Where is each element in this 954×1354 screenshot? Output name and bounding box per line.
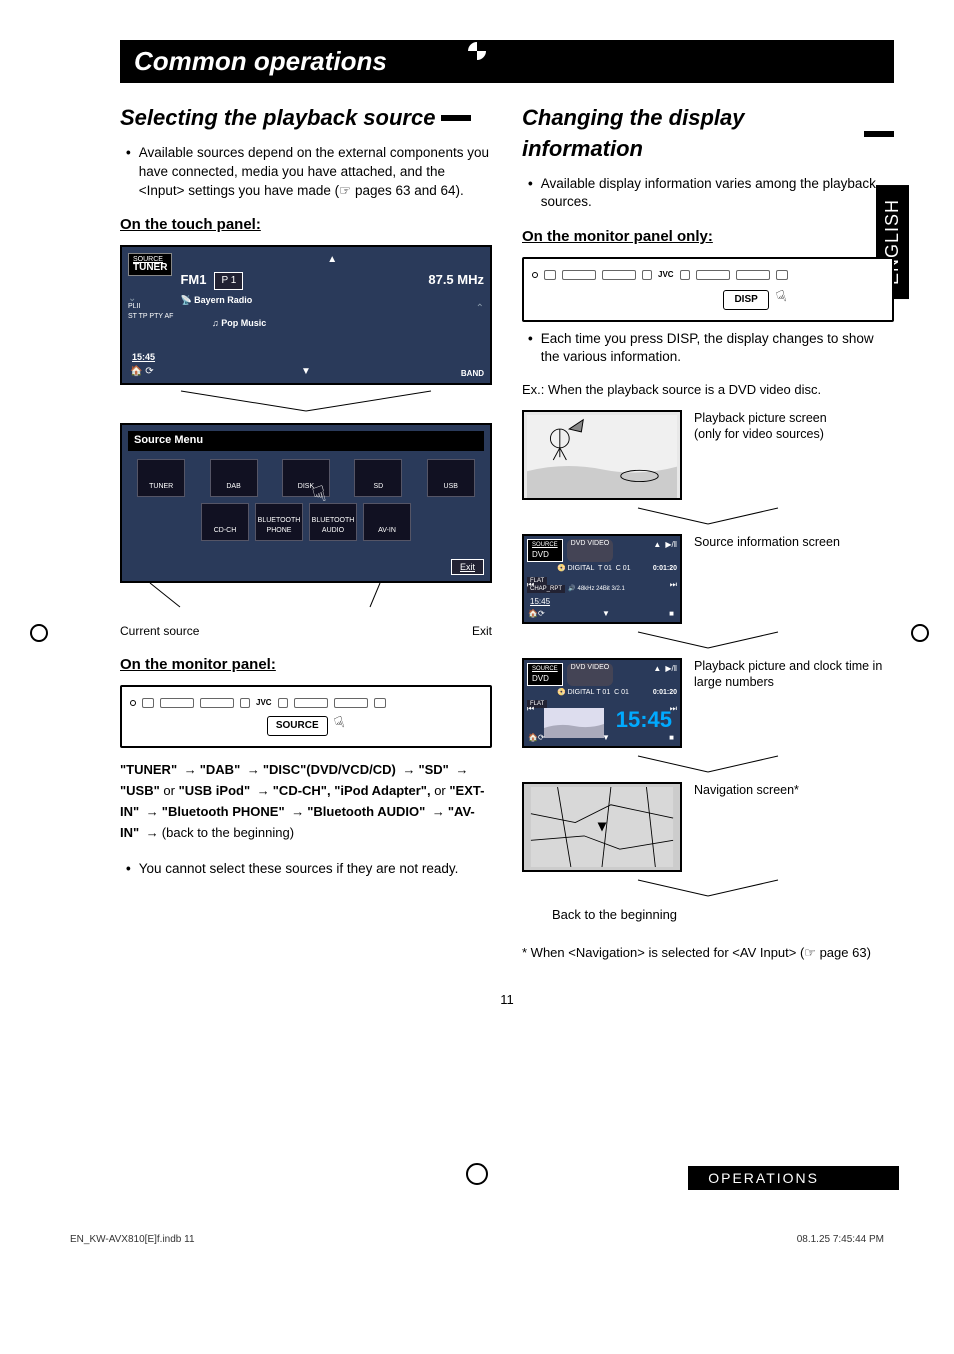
callout-arrows — [120, 583, 492, 617]
tuner-screenshot: SOURCE TUNER ▲ FM1 P 1 87.5 MHz 📡 Bayern… — [120, 245, 492, 385]
source-item[interactable]: TUNER — [137, 459, 185, 497]
source-item[interactable]: SD — [354, 459, 402, 497]
callout-exit: Exit — [472, 623, 492, 640]
back-to-beginning: Back to the beginning — [552, 906, 894, 924]
screen-desc-2: Source information screen — [694, 534, 840, 550]
playback-picture-thumb — [522, 410, 682, 500]
heading-change-display: Changing the display information — [522, 103, 894, 165]
navigation-thumb — [522, 782, 682, 872]
source-item[interactable]: BLUETOOTH PHONE — [255, 503, 303, 541]
page-number: 11 — [120, 992, 894, 1007]
monitor-panel-heading-left: On the monitor panel: — [120, 654, 492, 675]
screen-desc-4: Navigation screen* — [694, 782, 799, 798]
left-column: Selecting the playback source Available … — [120, 103, 492, 962]
right-column: Changing the display information Availab… — [522, 103, 894, 962]
source-item[interactable]: USB — [427, 459, 475, 497]
monitor-panel-diagram-right: JVC DISP ☟ — [522, 257, 894, 321]
page-title: Common operations — [120, 40, 894, 83]
monitor-panel-heading-right: On the monitor panel only: — [522, 226, 894, 247]
source-item[interactable]: DAB — [210, 459, 258, 497]
intro-bullet-right: Available display information varies amo… — [528, 175, 894, 213]
touch-panel-heading: On the touch panel: — [120, 214, 492, 235]
source-item[interactable]: CD-CH — [201, 503, 249, 541]
source-item[interactable]: AV-IN — [363, 503, 411, 541]
monitor-panel-diagram-left: JVC SOURCE ☟ — [120, 685, 492, 748]
source-cycle-sequence: "TUNER" →"DAB" →"DISC"(DVD/VCD/CD) →"SD"… — [120, 760, 492, 843]
example-label: Ex.: When the playback source is a DVD v… — [522, 381, 894, 399]
disp-note: Each time you press DISP, the display ch… — [528, 330, 894, 368]
print-footer: EN_KW-AVX810[E]f.indb 11 08.1.25 7:45:44… — [0, 1234, 954, 1245]
divider-arrows — [120, 389, 492, 415]
section-footer: OPERATIONS — [688, 1166, 899, 1190]
source-info-thumb: SOURCEDVDDVD VIDEO▲▶/‖ 📀 DIGITAL T 01 C … — [522, 534, 682, 624]
screen-desc-3: Playback picture and clock time in large… — [694, 658, 894, 691]
hand-cursor-icon: ☟ — [773, 286, 790, 310]
exit-button[interactable]: Exit — [451, 559, 484, 576]
source-menu-screenshot: Source Menu TUNERDABDISKSDUSB CD-CHBLUET… — [120, 423, 492, 583]
callout-current-source: Current source — [120, 623, 199, 640]
source-button[interactable]: SOURCE — [267, 716, 328, 736]
note-bullet-left: You cannot select these sources if they … — [126, 860, 492, 879]
large-clock-thumb: SOURCEDVDDVD VIDEO▲▶/‖ 📀 DIGITAL T 01 C … — [522, 658, 682, 748]
hand-cursor-icon: ☟ — [332, 712, 349, 736]
disp-button[interactable]: DISP — [723, 290, 768, 310]
screen-desc-1: Playback picture screen (only for video … — [694, 410, 827, 443]
heading-select-source: Selecting the playback source — [120, 103, 492, 134]
footnote: * When <Navigation> is selected for <AV … — [522, 944, 894, 962]
intro-bullet-left: Available sources depend on the external… — [126, 144, 492, 201]
